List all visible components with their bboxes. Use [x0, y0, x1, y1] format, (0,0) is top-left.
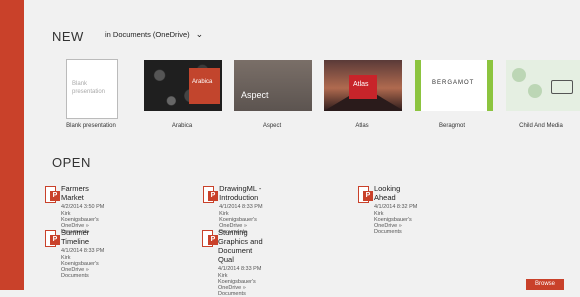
open-section-title: OPEN [52, 155, 91, 170]
template-child-and-media[interactable] [506, 60, 580, 111]
powerpoint-file-icon: P [203, 186, 218, 203]
template-beragmot[interactable]: BERGAMOT [415, 60, 493, 111]
template-label: Child And Media [519, 123, 563, 129]
template-label: Beragmot [438, 123, 466, 129]
template-label: Arabica [171, 123, 193, 129]
template-aspect[interactable]: Aspect [234, 60, 312, 111]
template-thumbnail: Atlas [324, 60, 402, 111]
sign-icon [551, 80, 573, 94]
template-label: Aspect [262, 123, 282, 129]
template-blank-presentation[interactable]: Blank presentation [66, 59, 118, 120]
template-label: Atlas [355, 123, 369, 129]
new-section-title: NEW [52, 29, 84, 44]
app-accent-bar [0, 0, 24, 290]
recent-file-stunning-graphics[interactable]: P Stunning Graphics and Document Qual 4/… [202, 228, 265, 297]
template-thumbnail: Blank presentation [66, 59, 118, 119]
browse-button[interactable]: Browse [526, 279, 564, 290]
powerpoint-file-icon: P [202, 230, 218, 247]
powerpoint-file-icon: P [44, 186, 60, 203]
template-atlas[interactable]: Atlas [324, 60, 402, 111]
powerpoint-file-icon: P [357, 186, 373, 203]
powerpoint-file-icon: P [44, 230, 60, 247]
template-arabica[interactable]: Arabica [144, 60, 222, 111]
template-thumbnail: Aspect [234, 60, 312, 111]
template-thumbnail: BERGAMOT [415, 60, 493, 111]
start-screen: NEW in Documents (OneDrive) ⌄ Blank pres… [24, 0, 580, 297]
template-thumbnail [506, 60, 580, 111]
location-dropdown[interactable]: in Documents (OneDrive) ⌄ [105, 29, 204, 40]
recent-file-summer-timeline[interactable]: P Summer Timeline 4/1/2014 8:33 PM Kirk … [44, 228, 107, 279]
location-label: in Documents (OneDrive) [105, 30, 190, 39]
template-label: Blank presentation [66, 123, 116, 129]
chevron-down-icon: ⌄ [195, 29, 204, 39]
template-thumbnail: Arabica [144, 60, 222, 111]
recent-file-looking-ahead[interactable]: P Looking Ahead 4/1/2014 8:32 PM Kirk Ko… [357, 184, 420, 235]
